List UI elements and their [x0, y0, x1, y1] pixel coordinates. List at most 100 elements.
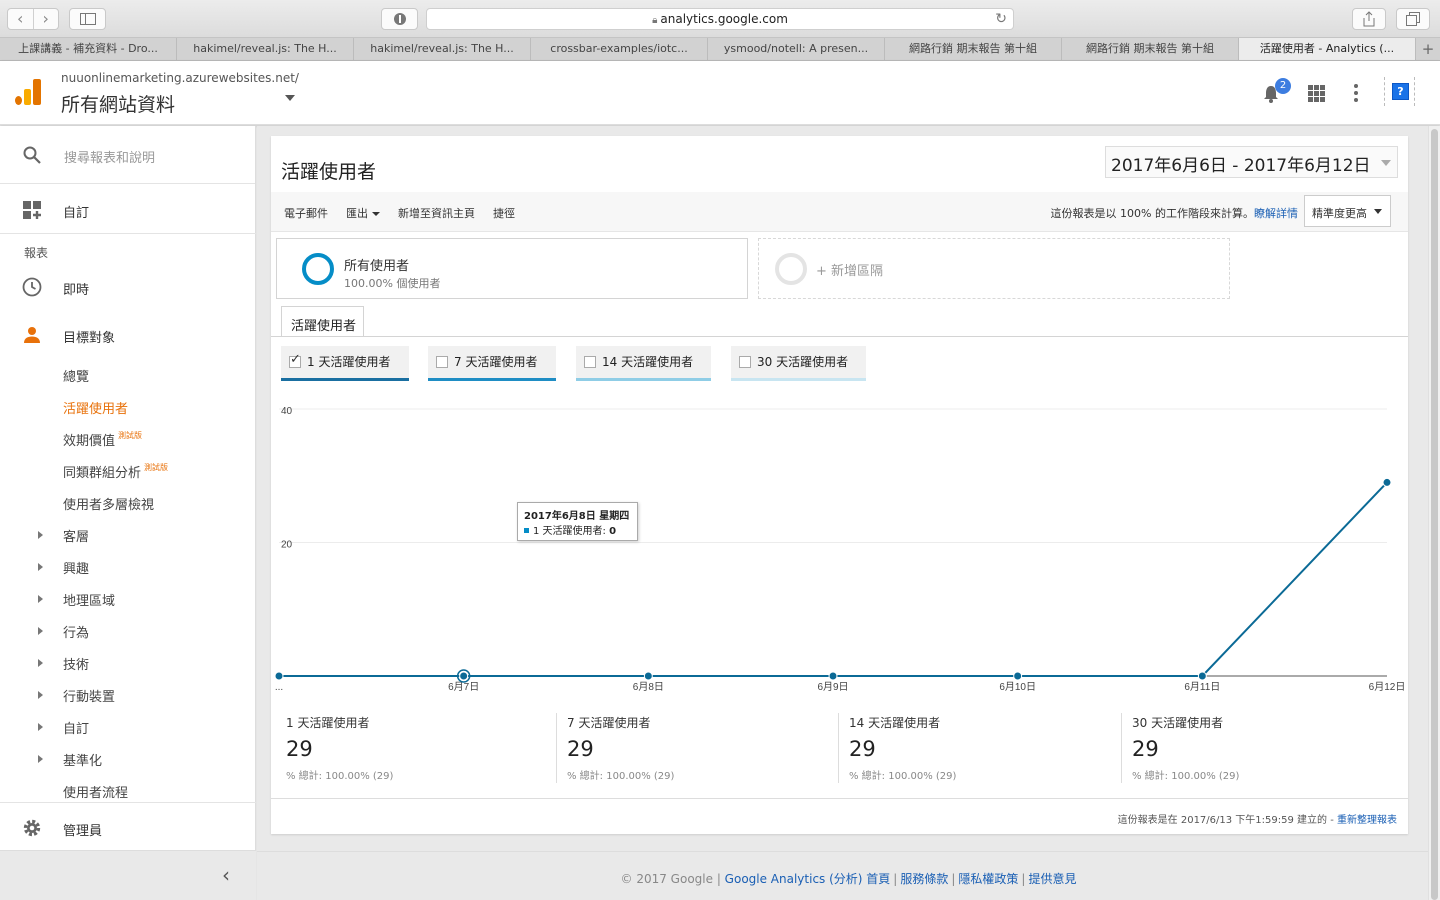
browser-tab[interactable]: 網路行銷 期末報告 第十組 — [1062, 38, 1239, 60]
browser-toolbar: ‹ › 🔒︎ analytics.google.com ↻ — [0, 0, 1440, 38]
add-segment-button[interactable]: + 新增區隔 — [758, 238, 1230, 299]
nav-user-flow[interactable]: 使用者流程 — [63, 782, 128, 801]
nav-custom[interactable]: 自訂 — [63, 718, 89, 737]
series-swatch — [524, 528, 529, 533]
data-point — [828, 671, 838, 681]
expand-triangle-icon[interactable] — [38, 531, 43, 539]
notification-badge: 2 — [1275, 78, 1291, 94]
checkbox[interactable] — [739, 356, 751, 368]
nav-search[interactable]: 搜尋報表和說明 — [0, 126, 255, 184]
summary-value: 29 — [849, 737, 876, 761]
back-icon[interactable]: ‹ — [8, 9, 34, 29]
privacy-button[interactable] — [381, 8, 418, 30]
help-icon[interactable]: ? — [1392, 83, 1409, 100]
add-to-dashboard-button[interactable]: 新增至資訊主頁 — [398, 205, 475, 221]
created-text: 這份報表是在 2017/6/13 下午1:59:59 建立的 - — [1117, 815, 1337, 826]
nav-behavior[interactable]: 行為 — [63, 622, 89, 641]
metric-7day-toggle[interactable]: 7 天活躍使用者 — [428, 346, 556, 381]
nav-admin-label: 管理員 — [63, 824, 103, 839]
precision-dropdown[interactable]: 精準度更高 — [1304, 195, 1391, 227]
nav-interests[interactable]: 興趣 — [63, 558, 89, 577]
nav-audience[interactable]: 目標對象 — [0, 319, 256, 351]
learn-more-link[interactable]: 瞭解詳情 — [1254, 207, 1298, 220]
nav-admin[interactable]: 管理員 — [0, 812, 256, 844]
expand-triangle-icon[interactable] — [38, 563, 43, 571]
new-tab-button[interactable]: + — [1416, 38, 1440, 60]
summary-30day: 30 天活躍使用者 29 % 總計: 100.00% (29) — [1117, 705, 1387, 785]
footer-link-terms[interactable]: 服務條款 — [900, 872, 948, 886]
beta-badge: 測試版 — [118, 431, 143, 440]
footer-separator: | — [951, 872, 956, 886]
browser-tab-active[interactable]: 活躍使用者 - Analytics (... — [1239, 38, 1416, 60]
forward-icon[interactable]: › — [34, 9, 59, 29]
expand-triangle-icon[interactable] — [38, 691, 43, 699]
nav-realtime[interactable]: 即時 — [0, 271, 256, 303]
collapse-nav-bar[interactable]: ‹ — [0, 850, 256, 900]
shortcut-button[interactable]: 捷徑 — [493, 205, 515, 221]
data-point — [643, 671, 653, 681]
nav-technology[interactable]: 技術 — [63, 654, 89, 673]
scrollbar-thumb[interactable] — [1431, 129, 1438, 900]
tab-active-users[interactable]: 活躍使用者 — [281, 306, 364, 337]
share-button[interactable] — [1352, 8, 1386, 30]
metric-30day-toggle[interactable]: 30 天活躍使用者 — [731, 346, 866, 381]
y-tick-label: 20 — [281, 540, 293, 551]
more-options-icon[interactable] — [1353, 84, 1358, 102]
nav-demographics[interactable]: 客層 — [63, 526, 89, 545]
export-label: 匯出 — [346, 207, 368, 220]
browser-tab[interactable]: hakimel/reveal.js: The H... — [354, 38, 531, 60]
chevron-down-icon — [372, 212, 380, 216]
reload-icon[interactable]: ↻ — [995, 9, 1007, 29]
property-selector[interactable]: 所有網站資料 — [61, 90, 175, 117]
metric-color-bar — [281, 378, 409, 381]
footer-link-feedback[interactable]: 提供意見 — [1028, 872, 1076, 886]
chevron-down-icon[interactable] — [285, 95, 295, 101]
apps-grid-icon[interactable] — [1308, 85, 1325, 102]
nav-benchmarking[interactable]: 基準化 — [63, 750, 102, 769]
tooltip-series-label: 1 天活躍使用者: — [533, 526, 610, 537]
export-button[interactable]: 匯出 — [346, 205, 380, 221]
tabs-icon — [1406, 12, 1420, 26]
footer-link-home[interactable]: Google Analytics (分析) 首頁 — [725, 872, 891, 886]
refresh-report-link[interactable]: 重新整理報表 — [1337, 815, 1397, 826]
nav-mobile[interactable]: 行動裝置 — [63, 686, 115, 705]
nav-customize[interactable]: 自訂 — [0, 194, 256, 226]
page-scrollbar[interactable] — [1428, 126, 1440, 900]
collapse-chevron-icon[interactable]: ‹ — [222, 863, 230, 887]
segment-all-users[interactable]: 所有使用者 100.00% 個使用者 — [276, 238, 748, 299]
nav-audience-overview[interactable]: 總覽 — [63, 366, 89, 385]
expand-triangle-icon[interactable] — [38, 723, 43, 731]
expand-triangle-icon[interactable] — [38, 627, 43, 635]
browser-tab[interactable]: hakimel/reveal.js: The H... — [177, 38, 354, 60]
sidebar-toggle-button[interactable] — [69, 8, 106, 30]
date-range-picker[interactable]: 2017年6月6日 - 2017年6月12日 — [1105, 146, 1398, 178]
browser-tab[interactable]: crossbar-examples/iotc... — [531, 38, 708, 60]
email-button[interactable]: 電子郵件 — [284, 205, 328, 221]
expand-triangle-icon[interactable] — [38, 659, 43, 667]
checkbox[interactable] — [584, 356, 596, 368]
shield-icon — [393, 13, 406, 25]
metric-14day-toggle[interactable]: 14 天活躍使用者 — [576, 346, 711, 381]
footer-link-privacy[interactable]: 隱私權政策 — [958, 872, 1018, 886]
metric-1day-toggle[interactable]: 1 天活躍使用者 — [281, 346, 409, 381]
show-tabs-button[interactable] — [1396, 8, 1430, 30]
nav-geo[interactable]: 地理區域 — [63, 590, 115, 609]
nav-cohort-analysis[interactable]: 同類群組分析 測試版 — [63, 462, 168, 481]
date-range-text: 2017年6月6日 - 2017年6月12日 — [1111, 156, 1371, 176]
x-tick-label: 6月11日 — [1184, 681, 1220, 693]
add-segment-label: + 新增區隔 — [816, 264, 884, 279]
address-bar[interactable]: 🔒︎ analytics.google.com ↻ — [426, 8, 1014, 30]
data-point — [274, 671, 284, 681]
checkbox-checked[interactable] — [289, 352, 301, 368]
expand-triangle-icon[interactable] — [38, 755, 43, 763]
browser-tab[interactable]: ysmood/notell: A presen... — [708, 38, 885, 60]
nav-active-users[interactable]: 活躍使用者 — [63, 398, 128, 417]
expand-triangle-icon[interactable] — [38, 595, 43, 603]
metric-label: 7 天活躍使用者 — [454, 355, 538, 369]
checkbox[interactable] — [436, 356, 448, 368]
browser-tab[interactable]: 上課講義 - 補充資料 - Dro... — [0, 38, 177, 60]
browser-tab[interactable]: 網路行銷 期末報告 第十組 — [885, 38, 1062, 60]
page-footer: © 2017 Google | Google Analytics (分析) 首頁… — [257, 851, 1440, 900]
nav-lifetime-value[interactable]: 效期價值 測試版 — [63, 430, 142, 449]
nav-user-explorer[interactable]: 使用者多層檢視 — [63, 494, 154, 513]
